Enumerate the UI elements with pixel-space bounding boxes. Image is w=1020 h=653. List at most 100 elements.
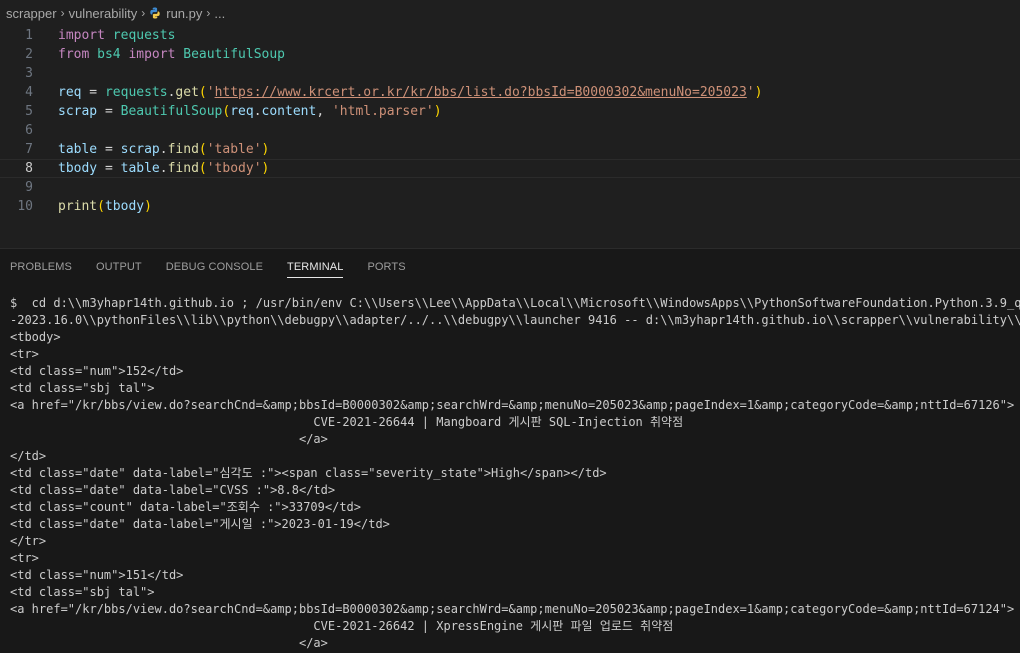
terminal-line: </tr> [10,534,47,548]
code-text: print(tbody) [58,197,152,216]
code-text: import requests [58,26,175,45]
breadcrumb-item-vulnerability[interactable]: vulnerability [69,6,138,21]
line-number: 3 [25,66,33,81]
line-number: 1 [25,28,33,43]
code-token: ( [97,199,105,214]
bottom-panel: PROBLEMS OUTPUT DEBUG CONSOLE TERMINAL P… [0,248,1020,653]
code-text: table = scrap.find('table') [58,140,269,159]
terminal-line: <td class="count" data-label="조회수 :">337… [10,500,362,514]
breadcrumb-item-scrapper[interactable]: scrapper [0,6,57,21]
code-token: table [120,161,160,176]
code-token: BeautifulSoup [183,47,285,62]
code-line[interactable]: 8 tbody = table.find('tbody') [0,159,1020,178]
terminal-line: <tr> [10,551,39,565]
code-token: requests [104,85,168,100]
code-text: from bs4 import BeautifulSoup [58,45,285,64]
code-token: . [159,142,168,157]
terminal-line: <td class="num">151</td> [10,568,184,582]
code-line[interactable]: 7 table = scrap.find('table') [0,140,1020,159]
terminal-line: <a href="/kr/bbs/view.do?searchCnd=&amp;… [10,398,1015,412]
chevron-right-icon: › [60,6,65,20]
code-token: BeautifulSoup [120,104,223,119]
terminal-line: <tr> [10,347,39,361]
code-token: bs4 [97,47,121,62]
tab-problems[interactable]: PROBLEMS [0,249,84,285]
breadcrumb-item-symbol[interactable]: ... [214,6,225,21]
code-token: print [58,199,98,214]
terminal-line: <td class="date" data-label="CVSS :">8.8… [10,483,336,497]
terminal-line: <td class="num">152</td> [10,364,184,378]
code-line[interactable]: 6 [0,121,1020,140]
code-line[interactable]: 2 from bs4 import BeautifulSoup [0,45,1020,64]
code-text: scrap = BeautifulSoup(req.content, 'html… [58,102,442,121]
code-token: tbody [104,199,145,214]
tab-output[interactable]: OUTPUT [84,249,154,285]
code-text: req = requests.get('https://www.krcert.o… [58,83,762,102]
terminal-line: CVE-2021-26644 | Mangboard 게시판 SQL-Injec… [10,415,684,429]
code-token: = [97,104,121,119]
code-token: 'table' [206,142,262,157]
code-token: scrap [58,104,98,119]
code-token: 'html.parser' [331,104,434,119]
line-number: 10 [17,199,33,214]
line-number: 2 [25,47,33,62]
code-line[interactable]: 3 [0,64,1020,83]
terminal-line: <td class="date" data-label="게시일 :">2023… [10,517,390,531]
terminal-line: <tbody> [10,330,61,344]
terminal-output[interactable]: $ cd d:\\m3yhapr14th.github.io ; /usr/bi… [0,295,1020,653]
code-token: scrap [120,142,160,157]
code-token: req [230,104,254,119]
code-token: ' [206,85,215,100]
code-token: ( [198,161,207,176]
code-token: content [261,104,317,119]
code-token: ) [754,85,763,100]
line-number: 5 [25,104,33,119]
code-line[interactable]: 4 req = requests.get('https://www.krcert.… [0,83,1020,102]
code-token: 'tbody' [206,161,262,176]
tab-ports[interactable]: PORTS [355,249,417,285]
code-line[interactable]: 5 scrap = BeautifulSoup(req.content, 'htm… [0,102,1020,121]
code-token: . [253,104,262,119]
terminal-line: <td class="sbj tal"> [10,381,155,395]
code-token: get [175,85,199,100]
code-token: ) [261,142,270,157]
breadcrumb-item-file[interactable]: run.py [149,6,202,21]
code-token: find [167,142,199,157]
terminal-line: </a> [10,636,328,650]
code-token: ) [261,161,270,176]
code-line[interactable]: 1 import requests [0,26,1020,45]
chevron-right-icon: › [206,6,211,20]
terminal-line: <td class="sbj tal"> [10,585,155,599]
line-number: 6 [25,123,33,138]
panel-tabs: PROBLEMS OUTPUT DEBUG CONSOLE TERMINAL P… [0,249,418,285]
line-number: 7 [25,142,33,157]
code-token: , [316,104,332,119]
line-number: 4 [25,85,33,100]
breadcrumb-file-label: run.py [166,5,203,21]
code-token: req [58,85,82,100]
code-token: import [58,28,105,43]
code-token: requests [112,28,176,43]
terminal-line: </td> [10,449,47,463]
code-token: = [97,161,121,176]
terminal-line: $ cd d:\\m3yhapr14th.github.io ; /usr/bi… [10,296,1020,310]
code-token: find [167,161,199,176]
code-token: ( [198,85,207,100]
terminal-line: -2023.16.0\\pythonFiles\\lib\\python\\de… [10,313,1020,327]
code-text: tbody = table.find('tbody') [58,160,269,177]
code-token: ) [144,199,152,214]
tab-terminal[interactable]: TERMINAL [275,249,355,285]
code-token: . [159,161,168,176]
code-editor[interactable]: 1 import requests 2 from bs4 import Beautif… [0,26,1020,248]
code-token: from [58,47,90,62]
code-token: https://www.krcert.or.kr/kr/bbs/list.do?… [214,85,747,100]
line-number: 9 [25,180,33,195]
code-line[interactable]: 9 [0,178,1020,197]
code-line[interactable]: 10 print(tbody) [0,197,1020,216]
code-token: = [97,142,121,157]
tab-debug-console[interactable]: DEBUG CONSOLE [154,249,275,285]
code-token: ' [746,85,755,100]
terminal-line: <a href="/kr/bbs/view.do?searchCnd=&amp;… [10,602,1015,616]
